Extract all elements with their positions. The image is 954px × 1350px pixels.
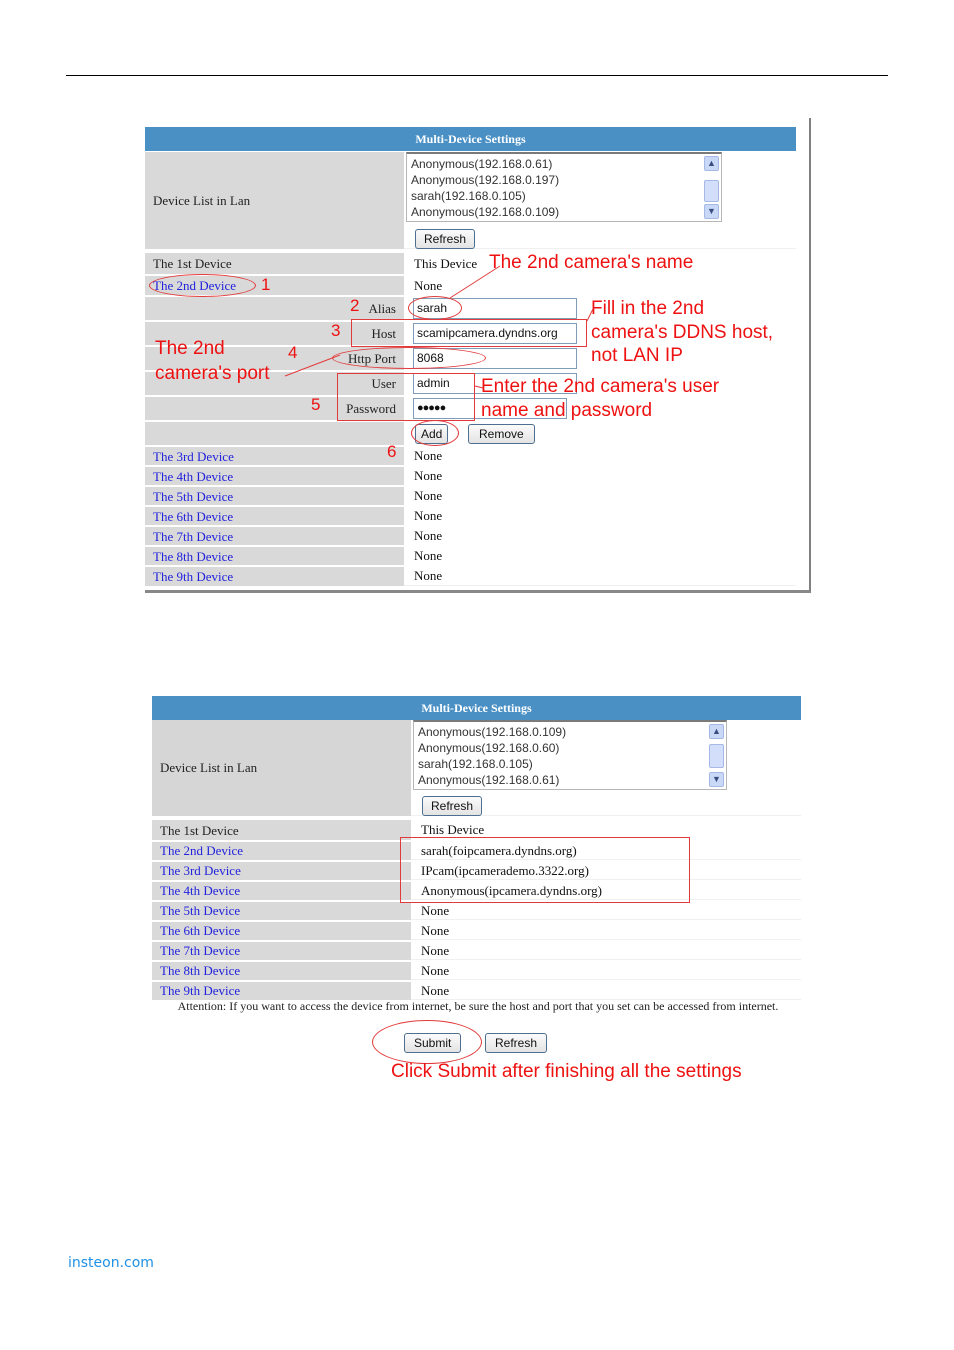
multi-device-settings-screenshot-2: Multi-Device Settings Device List in Lan… — [152, 694, 802, 1090]
device-list-option[interactable]: Anonymous(192.168.0.61) — [418, 772, 722, 788]
device-row: The 3rd Device None — [145, 445, 796, 466]
scrollbar[interactable]: ▲ ▼ — [709, 724, 724, 787]
annotation-rect-credentials — [337, 373, 475, 421]
device-link[interactable]: The 7th Device — [152, 942, 411, 960]
annotation-submit-note: Click Submit after finishing all the set… — [391, 1061, 742, 1082]
refresh-button[interactable]: Refresh — [422, 796, 483, 816]
annotation-camera-name: The 2nd camera's name — [489, 252, 694, 273]
scroll-down-icon[interactable]: ▼ — [709, 772, 724, 787]
device-label: The 1st Device — [145, 253, 404, 275]
annotation-ellipse-add — [411, 420, 459, 446]
device-row: The 9th Device None — [145, 565, 796, 586]
device-row: The 6th Device None — [145, 505, 796, 526]
device-value: None — [411, 982, 801, 1000]
scroll-up-icon[interactable]: ▲ — [704, 156, 719, 171]
device-link[interactable]: The 3rd Device — [145, 447, 404, 466]
device-value: None — [411, 962, 801, 980]
attention-note: Attention: If you want to access the dev… — [177, 999, 779, 1013]
device-row: The 8th Device None — [152, 960, 801, 980]
device-value: None — [404, 276, 796, 296]
device-row: The 5th Device None — [145, 485, 796, 506]
device-row: The 7th Device None — [145, 525, 796, 546]
device-link[interactable]: The 6th Device — [145, 507, 404, 526]
device-link[interactable]: The 6th Device — [152, 922, 411, 940]
device-value: None — [404, 447, 796, 466]
device-link[interactable]: The 5th Device — [145, 487, 404, 506]
annotation-number-1: 1 — [261, 275, 271, 294]
scroll-thumb[interactable] — [709, 744, 724, 768]
device-list-label: Device List in Lan — [145, 152, 404, 249]
device-link[interactable]: The 2nd Device — [152, 842, 411, 860]
alias-label: Alias — [145, 297, 404, 321]
device-value: None — [411, 902, 801, 920]
device-label: The 1st Device — [152, 820, 411, 841]
device-link[interactable]: The 4th Device — [145, 467, 404, 486]
annotation-user-line1: Enter the 2nd camera's user — [481, 376, 720, 397]
annotation-ddns-line3: not LAN IP — [591, 345, 683, 366]
device-link[interactable]: The 9th Device — [152, 982, 411, 1000]
device-link[interactable]: The 7th Device — [145, 527, 404, 546]
annotation-rect-host — [351, 319, 587, 347]
device-link[interactable]: The 3rd Device — [152, 862, 411, 880]
annotation-ellipse-alias — [408, 296, 462, 320]
device-row: The 4th Device None — [145, 465, 796, 486]
device-row: The 5th Device None — [152, 900, 801, 920]
device-list-box[interactable]: Anonymous(192.168.0.109) Anonymous(192.1… — [413, 720, 727, 790]
annotation-port-line1: The 2nd — [155, 338, 225, 359]
device-link[interactable]: The 5th Device — [152, 902, 411, 920]
refresh-button[interactable]: Refresh — [415, 229, 476, 249]
device-value: None — [404, 527, 796, 546]
annotation-port-line2: camera's port — [155, 363, 270, 384]
device-link[interactable]: The 4th Device — [152, 882, 411, 900]
device-list-option[interactable]: Anonymous(192.168.0.60) — [418, 740, 722, 756]
header-rule — [66, 75, 888, 76]
device-row: The 6th Device None — [152, 920, 801, 940]
device-list-option[interactable]: Anonymous(192.168.0.109) — [418, 724, 722, 740]
annotation-number-3: 3 — [331, 321, 341, 340]
device-list-option[interactable]: Anonymous(192.168.0.197) — [411, 172, 717, 188]
annotation-ddns-line2: camera's DDNS host, — [591, 322, 774, 343]
device-link[interactable]: The 8th Device — [145, 547, 404, 566]
device-list-box[interactable]: Anonymous(192.168.0.61) Anonymous(192.16… — [406, 152, 722, 222]
annotation-number-4: 4 — [288, 343, 298, 362]
scrollbar[interactable]: ▲ ▼ — [704, 156, 719, 219]
annotation-ellipse-port — [332, 347, 486, 369]
device-value: None — [411, 922, 801, 940]
device-value: None — [404, 567, 796, 586]
device-list-option[interactable]: sarah(192.168.0.105) — [411, 188, 717, 204]
device-value: None — [404, 467, 796, 486]
device-list-option[interactable]: Anonymous(192.168.0.109) — [411, 204, 717, 220]
annotation-number-5: 5 — [311, 395, 321, 414]
panel-header: Multi-Device Settings — [152, 696, 801, 720]
device-list-option[interactable]: Anonymous(192.168.0.61) — [411, 156, 717, 172]
device-value: None — [404, 507, 796, 526]
scroll-thumb[interactable] — [704, 180, 719, 202]
device-list-label: Device List in Lan — [152, 720, 411, 816]
annotation-ellipse-submit — [372, 1020, 482, 1064]
refresh-button-bottom[interactable]: Refresh — [485, 1033, 548, 1053]
device-row: The 9th Device None — [152, 980, 801, 1000]
annotation-ddns-line1: Fill in the 2nd — [591, 298, 705, 319]
multi-device-settings-screenshot-1: Multi-Device Settings Device List in Lan… — [145, 118, 811, 593]
footer-link[interactable]: insteon.com — [68, 1255, 154, 1271]
device-row: The 7th Device None — [152, 940, 801, 960]
device-value: None — [404, 547, 796, 566]
annotation-rect-added-devices — [400, 837, 690, 903]
annotation-ellipse-2nd-device — [149, 274, 256, 297]
panel-header: Multi-Device Settings — [145, 127, 796, 151]
device-value: None — [411, 942, 801, 960]
remove-button[interactable]: Remove — [468, 424, 535, 444]
annotation-number-6: 6 — [387, 442, 397, 461]
annotation-number-2: 2 — [350, 296, 360, 315]
annotation-user-line2: name and password — [481, 400, 653, 421]
scroll-up-icon[interactable]: ▲ — [709, 724, 724, 739]
device-row: The 8th Device None — [145, 545, 796, 566]
device-link[interactable]: The 8th Device — [152, 962, 411, 980]
device-value: None — [404, 487, 796, 506]
device-list-option[interactable]: sarah(192.168.0.105) — [418, 756, 722, 772]
scroll-down-icon[interactable]: ▼ — [704, 204, 719, 219]
device-row-1st: The 1st Device This Device — [145, 251, 796, 275]
device-link[interactable]: The 9th Device — [145, 567, 404, 586]
